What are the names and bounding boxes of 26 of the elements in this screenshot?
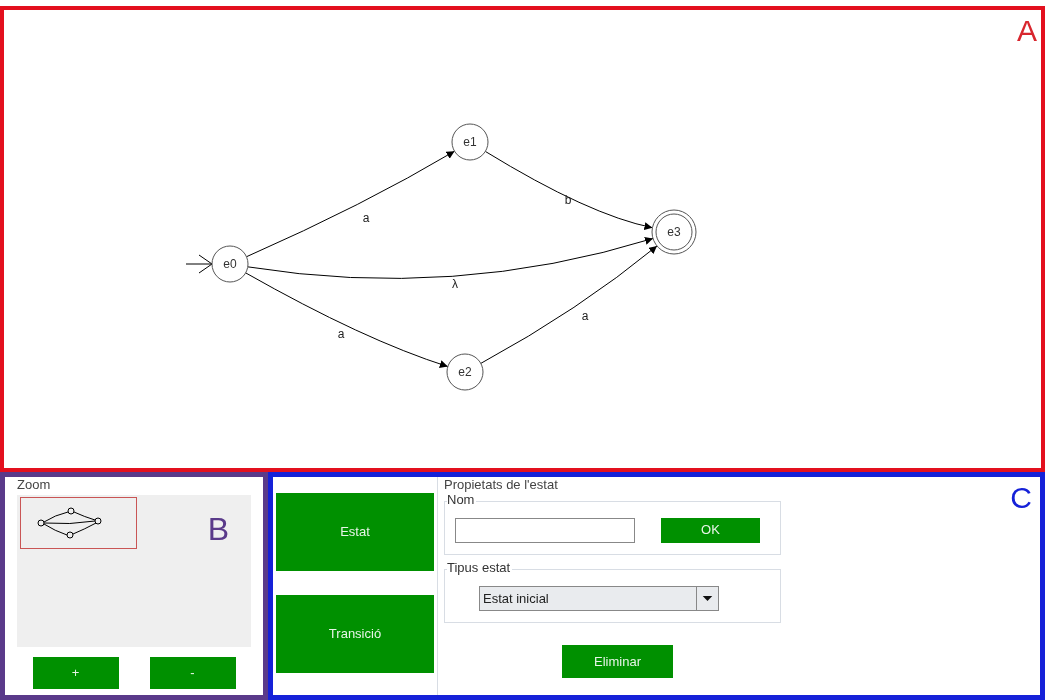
state-type-dropdown[interactable]: Estat inicial (479, 585, 719, 611)
tool-button[interactable]: Transició (276, 595, 434, 673)
state-label: e0 (223, 257, 237, 271)
transition-label: a (581, 309, 589, 323)
transition-label: b (564, 193, 572, 207)
group-legend: Tipus estat (447, 561, 513, 574)
ok-button[interactable]: OK (661, 517, 760, 543)
initial-arrow (185, 254, 213, 274)
minimap-drawing (35, 507, 103, 539)
group-legend: Nom (447, 493, 477, 506)
panel-marker: B (207, 513, 229, 545)
delete-button[interactable]: Eliminar (562, 645, 673, 678)
zoom-in-button[interactable]: + (32, 657, 119, 689)
state-label: e2 (458, 365, 472, 379)
panel-marker: A (1017, 16, 1037, 46)
transition-label: a (337, 327, 345, 341)
panel-title: Zoom (17, 478, 52, 491)
zoom-out-button[interactable]: - (149, 657, 236, 689)
transition-label: a (362, 211, 370, 225)
name-field[interactable] (455, 517, 635, 543)
panel-title: Propietats de l'estat (444, 478, 559, 491)
state-label: e1 (463, 135, 477, 149)
tool-button[interactable]: Estat (276, 493, 434, 571)
state-label: e3 (667, 225, 681, 239)
panel-marker: C (1010, 483, 1032, 513)
transition-label: λ (452, 277, 458, 291)
